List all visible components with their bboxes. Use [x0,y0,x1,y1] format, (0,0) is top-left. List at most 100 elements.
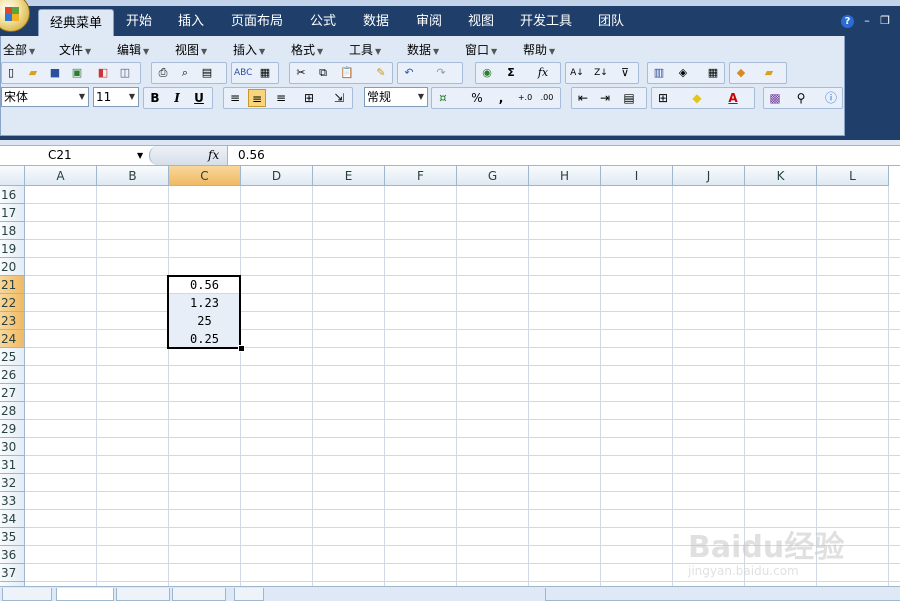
folder-icon[interactable]: ▰ [760,64,778,82]
paste-icon[interactable]: 📋 [338,64,356,82]
restore-icon[interactable]: ❐ [878,14,892,28]
tab-home[interactable]: 开始 [118,6,160,36]
find-icon[interactable]: ⚲ [792,89,810,107]
drawing-icon[interactable]: ◈ [674,64,692,82]
comma-button[interactable]: , [492,89,510,107]
page-setup-icon[interactable]: ▤ [198,64,216,82]
column-header-l[interactable]: L [817,166,889,186]
fill-handle[interactable] [238,345,245,352]
menu-insert[interactable]: 插入 ▼ [233,41,265,58]
export-icon[interactable]: ◫ [116,64,134,82]
permission-icon[interactable]: ▣ [68,64,86,82]
menu-edit[interactable]: 编辑 ▼ [117,41,149,58]
select-all-button[interactable] [0,166,25,186]
row-header-17[interactable]: 17 [0,204,25,222]
menu-all[interactable]: 全部 ▼ [3,41,35,58]
menu-window[interactable]: 窗口 ▼ [465,41,497,58]
tab-developer[interactable]: 开发工具 [514,6,578,36]
row-header-30[interactable]: 30 [0,438,25,456]
row-header-22[interactable]: 22 [0,294,25,312]
sheet-tab[interactable] [172,588,226,601]
tab-review[interactable]: 审阅 [408,6,450,36]
row-header-20[interactable]: 20 [0,258,25,276]
conditional-format-icon[interactable]: ▤ [620,89,638,107]
help-icon[interactable]: ? [841,15,854,28]
tab-insert[interactable]: 插入 [170,6,212,36]
column-header-b[interactable]: B [97,166,169,186]
tab-data[interactable]: 数据 [355,6,397,36]
tab-view[interactable]: 视图 [460,6,502,36]
minimize-icon[interactable]: – [860,14,874,28]
row-header-18[interactable]: 18 [0,222,25,240]
row-header-37[interactable]: 37 [0,564,25,582]
decrease-indent-icon[interactable]: ⇤ [574,89,592,107]
italic-button[interactable]: I [168,89,186,107]
borders-icon[interactable]: ⊞ [654,89,672,107]
copy-icon[interactable]: ⧉ [314,64,332,82]
menu-view[interactable]: 视图 ▼ [175,41,207,58]
sheet-tab-active[interactable] [56,588,114,601]
row-header-36[interactable]: 36 [0,546,25,564]
font-name-select[interactable]: 宋体 ▼ [1,87,89,107]
cut-icon[interactable]: ✂ [292,64,310,82]
row-header-26[interactable]: 26 [0,366,25,384]
menu-file[interactable]: 文件 ▼ [59,41,91,58]
insert-function-icon[interactable]: fx [534,64,552,82]
format-painter-icon[interactable]: ✎ [372,64,390,82]
insert-function-button[interactable]: fx [208,146,219,165]
research-icon[interactable]: ▦ [256,64,274,82]
column-header-a[interactable]: A [25,166,97,186]
print-icon[interactable]: ⎙ [154,64,172,82]
column-header-e[interactable]: E [313,166,385,186]
menu-tools[interactable]: 工具 ▼ [349,41,381,58]
sort-descending-icon[interactable]: Z↓ [592,64,610,82]
name-box[interactable]: C21 ▼ [0,146,148,165]
row-header-16[interactable]: 16 [0,186,25,204]
filter-icon[interactable]: ⊽ [616,64,634,82]
number-format-select[interactable]: 常规 ▼ [364,87,428,107]
percent-button[interactable]: % [468,89,486,107]
styles-icon[interactable]: ▩ [766,89,784,107]
save-icon[interactable]: ■ [46,64,64,82]
decrease-decimal-icon[interactable]: .00 [538,89,556,107]
sheet-tab[interactable] [116,588,170,601]
tab-classic-menu[interactable]: 经典菜单 [38,9,114,37]
font-color-icon[interactable]: A [724,89,742,107]
currency-icon[interactable]: ¤ [434,89,452,107]
column-header-k[interactable]: K [745,166,817,186]
insert-sheet-tab[interactable] [234,588,264,601]
row-header-27[interactable]: 27 [0,384,25,402]
formula-input[interactable]: 0.56 [238,146,265,165]
row-header-28[interactable]: 28 [0,402,25,420]
wrap-text-icon[interactable]: ⇲ [330,89,348,107]
column-header-i[interactable]: I [601,166,673,186]
horizontal-scrollbar[interactable] [545,588,900,601]
column-header-h[interactable]: H [529,166,601,186]
column-header-c[interactable]: C [169,166,241,186]
row-header-21[interactable]: 21 [0,276,25,294]
redo-icon[interactable]: ↷ [432,64,450,82]
fill-color-icon[interactable]: ◆ [688,89,706,107]
row-header-32[interactable]: 32 [0,474,25,492]
column-header-d[interactable]: D [241,166,313,186]
pdf-icon[interactable]: ◧ [94,64,112,82]
sheet-nav[interactable] [2,588,52,601]
autosum-icon[interactable]: Σ [502,64,520,82]
help-circle-icon[interactable]: ⓘ [822,89,840,107]
row-header-19[interactable]: 19 [0,240,25,258]
new-document-icon[interactable]: ▯ [2,64,20,82]
increase-decimal-icon[interactable]: +.0 [516,89,534,107]
row-header-31[interactable]: 31 [0,456,25,474]
chart-icon[interactable]: ▥ [650,64,668,82]
row-header-23[interactable]: 23 [0,312,25,330]
tab-formulas[interactable]: 公式 [302,6,344,36]
column-header-g[interactable]: G [457,166,529,186]
font-size-select[interactable]: 11 ▼ [93,87,139,107]
menu-format[interactable]: 格式 ▼ [291,41,323,58]
row-header-29[interactable]: 29 [0,420,25,438]
align-center-icon[interactable]: ≡ [248,89,266,107]
bold-button[interactable]: B [146,89,164,107]
row-header-24[interactable]: 24 [0,330,25,348]
tab-team[interactable]: 团队 [590,6,632,36]
align-left-icon[interactable]: ≡ [226,89,244,107]
